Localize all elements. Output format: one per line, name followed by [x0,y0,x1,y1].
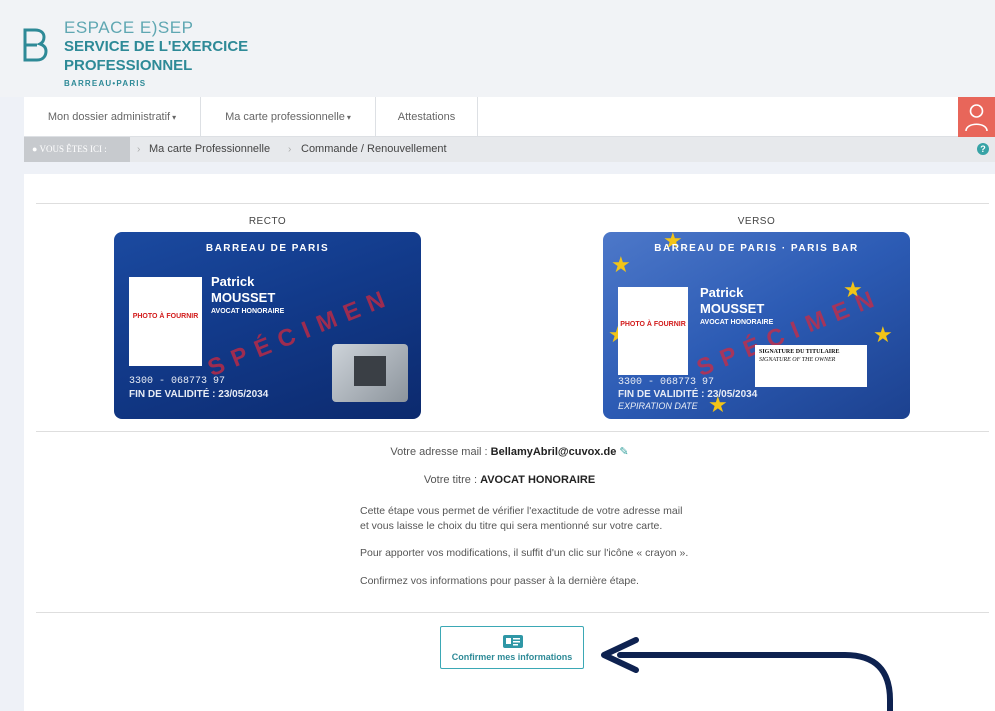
user-icon [965,104,988,132]
breadcrumb-separator: › [288,144,292,155]
card-header: BARREAU DE PARIS [205,243,330,254]
nav-attestations[interactable]: Attestations [376,97,478,137]
card-hologram [332,344,408,402]
star-icon: ★ [611,252,631,277]
info-paragraph-2: Pour apporter vos modifications, il suff… [360,547,689,559]
card-role: AVOCAT HONORAIRE [700,319,774,326]
photo-placeholder: PHOTO À FOURNIR [618,287,688,375]
nav-dossier[interactable]: Mon dossier administratif ▾ [24,97,201,137]
divider [36,612,989,613]
card-first-name: Patrick [211,274,255,289]
email-value: BellamyAbril@cuvox.de [490,446,617,458]
card-verso: ★ ★ ★ ★ ★ ★ BARREAU DE PARIS · PARIS BAR… [603,232,910,419]
star-icon: ★ [873,322,893,347]
breadcrumb-here: ● VOUS ÊTES ICI : [24,137,130,162]
info-paragraph-3: Confirmez vos informations pour passer à… [360,575,639,587]
card-recto: BARREAU DE PARIS PHOTO À FOURNIR Patrick… [114,232,421,419]
card-number: 3300 - 068773 97 [129,376,226,387]
card-number: 3300 - 068773 97 [618,377,715,388]
pencil-edit-icon[interactable]: ✎ [619,446,628,458]
breadcrumb: ● VOUS ÊTES ICI : › Ma carte Professionn… [24,137,995,162]
divider [36,431,989,432]
card-validity: FIN DE VALIDITÉ : 23/05/2034 [618,389,758,400]
card-validity: FIN DE VALIDITÉ : 23/05/2034 [129,389,269,400]
title-value: AVOCAT HONORAIRE [480,474,596,486]
breadcrumb-item-carte[interactable]: Ma carte Professionnelle [149,137,270,162]
card-last-name: MOUSSET [700,301,765,316]
nav-carte[interactable]: Ma carte professionnelle ▾ [201,97,376,137]
card-role: AVOCAT HONORAIRE [211,308,285,315]
breadcrumb-item-commande: Commande / Renouvellement [301,143,447,155]
card-first-name: Patrick [700,285,744,300]
verso-label: VERSO [737,216,776,227]
help-icon[interactable]: ? [977,143,989,155]
card-last-name: MOUSSET [211,290,276,305]
divider [36,203,989,204]
recto-label: RECTO [248,216,287,227]
brand-top: ESPACE E)SEP [64,18,194,37]
main-panel: RECTO VERSO BARREAU DE PARIS PHOTO À FOU… [24,174,995,711]
card-expiration: EXPIRATION DATE [618,401,698,411]
caret-down-icon: ▾ [346,113,351,122]
caret-down-icon: ▾ [172,113,177,122]
photo-placeholder: PHOTO À FOURNIR [129,277,202,366]
location-pin-icon: ● [32,144,38,154]
breadcrumb-separator: › [137,144,141,155]
barreau-logo-icon [23,28,48,62]
card-header: BARREAU DE PARIS · PARIS BAR [654,243,859,254]
id-card-icon [503,635,523,648]
signature-box: SIGNATURE DU TITULAIRE SIGNATURE OF THE … [755,345,867,387]
info-paragraph-1: Cette étape vous permet de vérifier l'ex… [360,505,683,532]
brand-subtitle: BARREAU•PARIS [64,79,147,88]
brand-title: SERVICE DE L'EXERCICE PROFESSIONNEL [64,38,249,74]
header: ESPACE E)SEP SERVICE DE L'EXERCICE PROFE… [0,0,995,97]
main-nav: Mon dossier administratif ▾ Ma carte prof… [24,97,995,137]
email-row: Votre adresse mail : BellamyAbril@cuvox.… [390,446,629,458]
title-row: Votre titre : AVOCAT HONORAIRE [423,474,596,486]
confirm-button[interactable]: Confirmer mes informations [440,626,584,669]
user-account-button[interactable] [958,97,995,137]
